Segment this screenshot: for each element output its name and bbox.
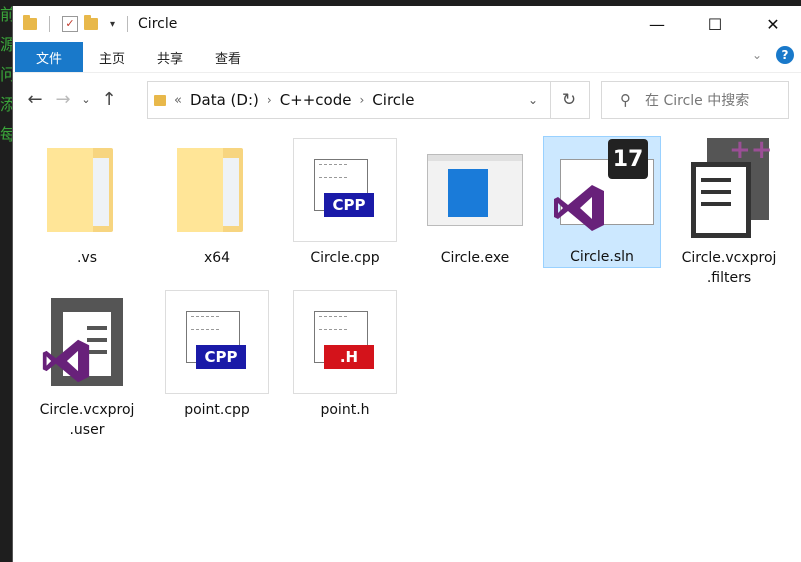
maximize-button[interactable]: ☐ [686,6,744,42]
folder-icon [165,138,269,242]
breadcrumb-drive[interactable]: Data (D:) [190,91,259,109]
refresh-button[interactable]: ↻ [549,81,590,119]
explorer-window: ✓ ▾ Circle — ☐ ✕ 文件 主页 共享 查看 ⌄ ? ← → ⌄ ↑… [12,6,801,562]
forward-button[interactable]: → [49,89,77,110]
visual-studio-icon [42,339,90,383]
breadcrumb-current[interactable]: Circle [372,91,414,109]
file-list: .vs x64 CPP Circle.cpp Circle.exe 17 Cir… [13,124,801,562]
file-name: Circle.exe [440,250,510,266]
chevron-right-icon[interactable]: › [267,93,272,107]
cpp-badge: CPP [196,345,246,369]
file-item-circle-exe[interactable]: Circle.exe [417,138,533,268]
folder-icon[interactable] [23,15,37,30]
tab-home[interactable]: 主页 [83,42,141,72]
window-title: Circle [138,16,178,32]
solution-file-icon: 17 [550,137,654,241]
file-item-point-cpp[interactable]: CPP point.cpp [159,290,275,420]
file-item-point-h[interactable]: .H point.h [287,290,403,420]
recent-locations-icon[interactable]: ⌄ [77,93,95,106]
file-item-vcxproj-filters[interactable]: ++ Circle.vcxproj .filters [671,135,787,288]
navigation-bar: ← → ⌄ ↑ « Data (D:) › C++code › Circle ⌄… [13,72,801,125]
window-controls: — ☐ ✕ [628,6,801,42]
file-name: point.cpp [184,402,250,418]
expand-ribbon-icon[interactable]: ⌄ [752,48,762,62]
file-item-vs[interactable]: .vs [29,138,145,268]
ribbon-tabs: 文件 主页 共享 查看 ⌄ ? [13,42,801,72]
exe-file-icon [423,138,527,242]
file-name: Circle.vcxproj .user [39,402,135,438]
file-item-vcxproj-user[interactable]: Circle.vcxproj .user [29,290,145,440]
divider [127,16,129,32]
breadcrumb-folder[interactable]: C++code [280,91,352,109]
file-name: .vs [76,250,98,266]
folder-icon [35,138,139,242]
vcxproj-file-icon [35,290,139,394]
file-item-circle-sln[interactable]: 17 Circle.sln [543,136,661,268]
file-name: Circle.sln [570,249,634,265]
cpp-file-icon: CPP [293,138,397,242]
close-button[interactable]: ✕ [744,6,801,42]
cpp-file-icon: CPP [165,290,269,394]
file-item-circle-cpp[interactable]: CPP Circle.cpp [287,138,403,268]
file-name: Circle.vcxproj .filters [681,250,777,286]
address-bar[interactable]: « Data (D:) › C++code › Circle ⌄ [147,81,551,119]
file-name: x64 [203,250,231,266]
up-button[interactable]: ↑ [95,89,123,110]
customize-dropdown-icon[interactable]: ▾ [110,19,115,30]
tab-file[interactable]: 文件 [15,42,83,72]
tab-share[interactable]: 共享 [141,42,199,72]
h-badge: .H [324,345,374,369]
search-icon: ⚲ [620,91,631,109]
filters-file-icon: ++ [677,135,781,242]
file-name: point.h [320,402,370,418]
file-name: Circle.cpp [310,250,380,266]
new-folder-icon[interactable] [84,15,98,30]
visual-studio-icon [554,185,604,231]
folder-icon [154,94,166,106]
address-dropdown-icon[interactable]: ⌄ [528,93,538,107]
overflow-chevron[interactable]: « [174,93,182,108]
search-box[interactable]: ⚲ 在 Circle 中搜索 [601,81,789,119]
file-item-x64[interactable]: x64 [159,138,275,268]
header-file-icon: .H [293,290,397,394]
search-input[interactable]: 在 Circle 中搜索 [645,90,749,110]
title-bar: ✓ ▾ Circle — ☐ ✕ [13,6,801,42]
divider [49,16,50,32]
plus-plus-badge: ++ [729,135,773,165]
minimize-button[interactable]: — [628,6,686,42]
cpp-badge: CPP [324,193,374,217]
chevron-right-icon[interactable]: › [359,93,364,107]
ribbon-right: ⌄ ? [752,46,794,64]
help-icon[interactable]: ? [776,46,794,64]
back-button[interactable]: ← [21,89,49,110]
tab-view[interactable]: 查看 [199,42,257,72]
properties-icon[interactable]: ✓ [62,16,78,32]
version-badge: 17 [608,139,648,179]
quick-access-toolbar: ✓ ▾ [13,15,134,32]
